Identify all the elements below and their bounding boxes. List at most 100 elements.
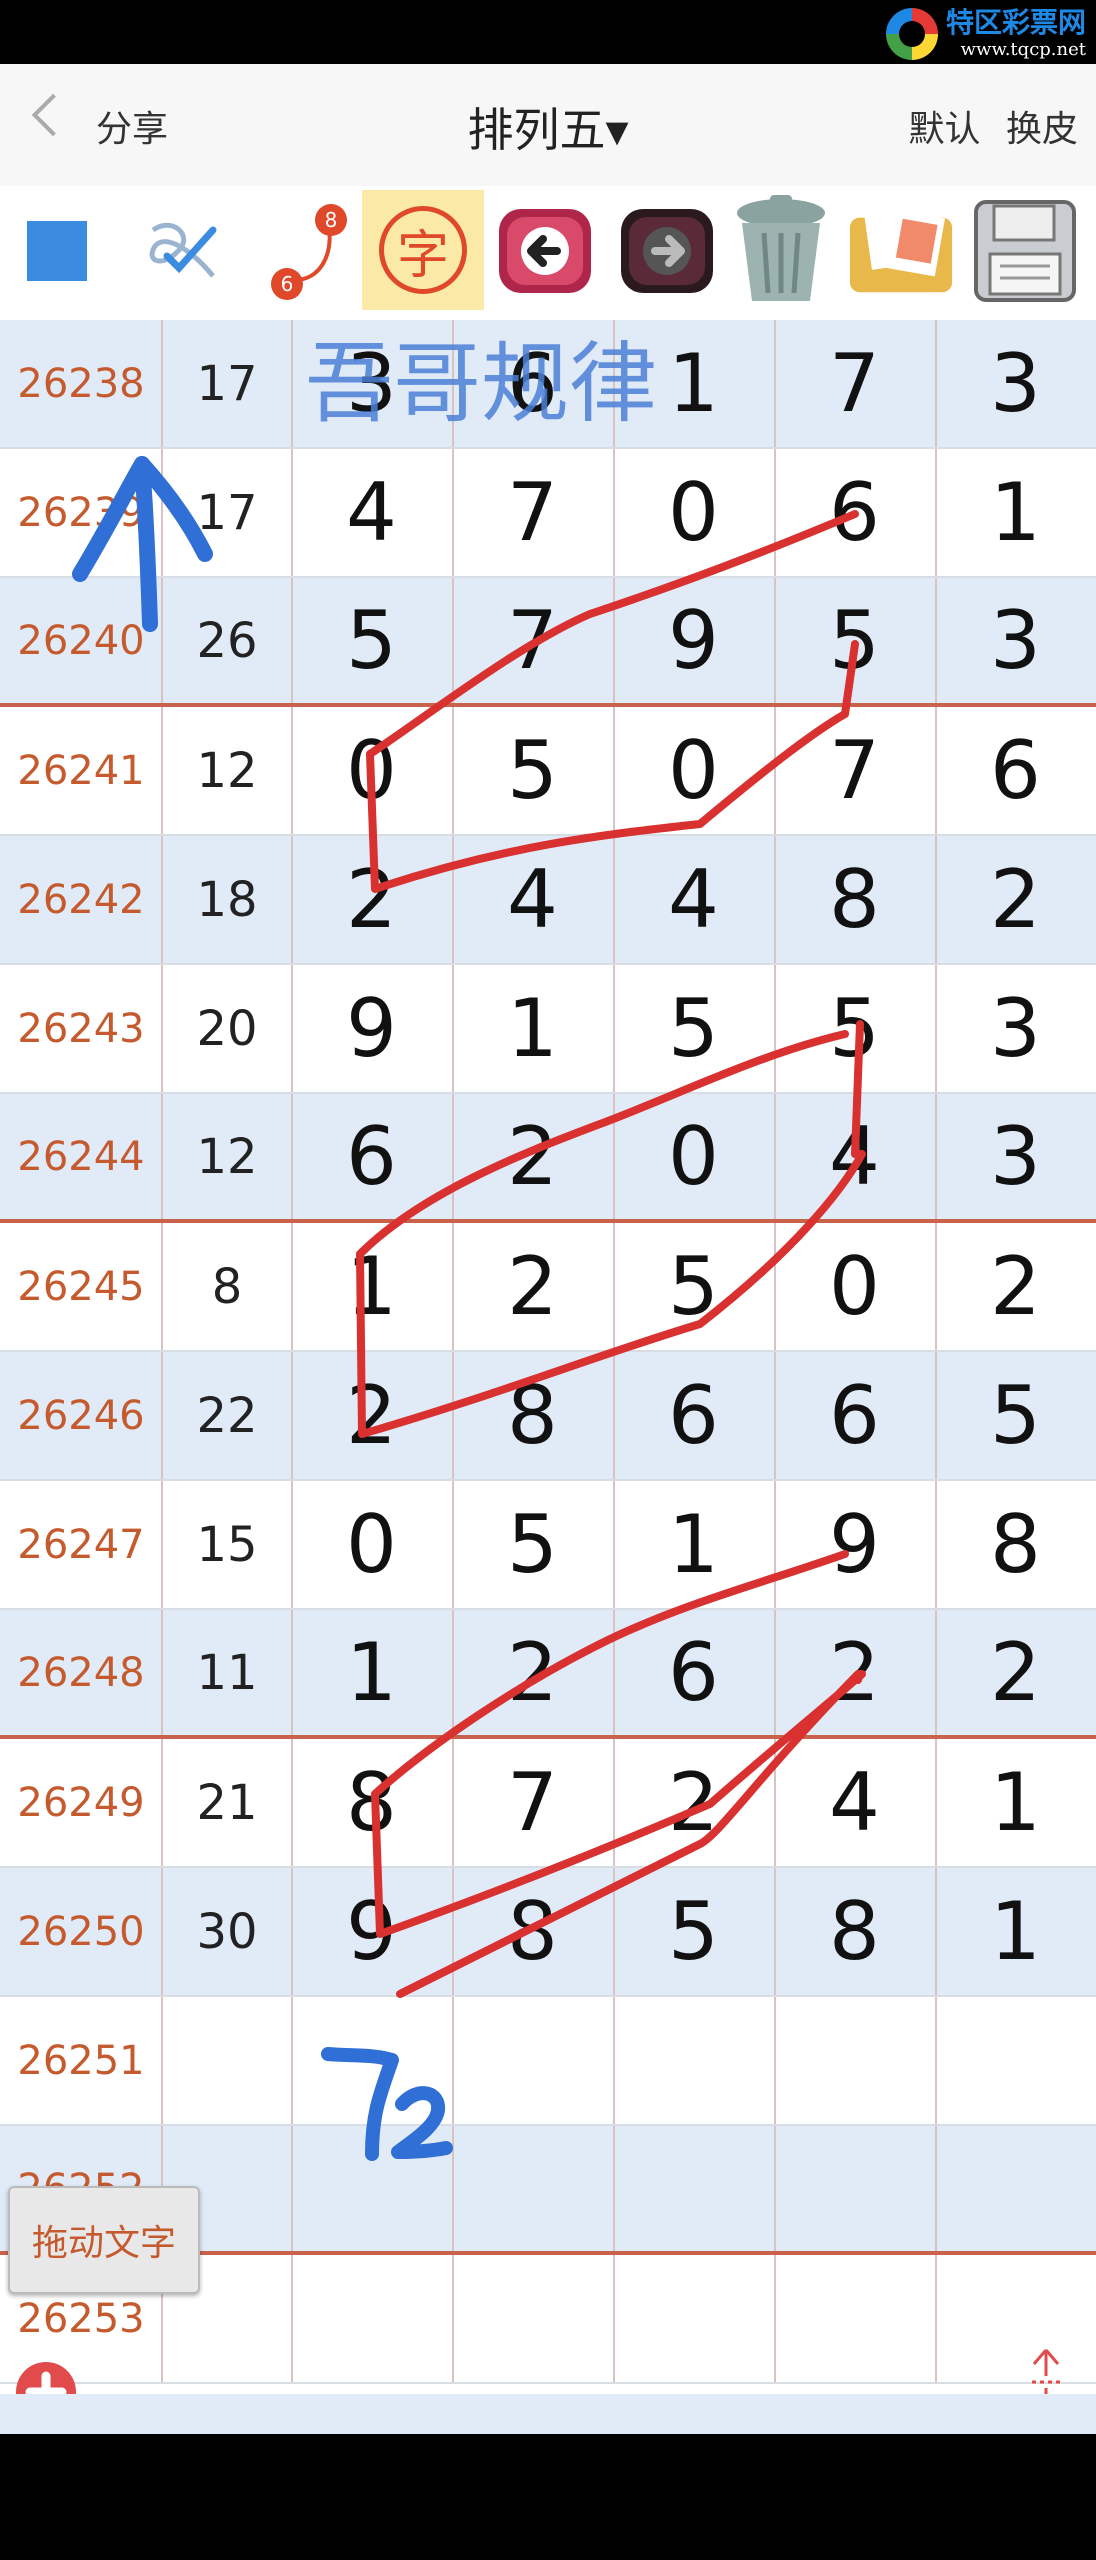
digit-cell[interactable]: 6 xyxy=(613,1610,774,1735)
photos-icon[interactable] xyxy=(846,196,956,306)
digit-cell[interactable] xyxy=(291,1997,452,2124)
digit-cell[interactable] xyxy=(774,1997,935,2124)
table-row[interactable]: 26239 17 4 7 0 6 1 xyxy=(0,449,1096,578)
table-row[interactable]: 26249 21 8 7 2 4 1 xyxy=(0,1739,1096,1868)
digit-cell[interactable]: 9 xyxy=(774,1481,935,1608)
digit-cell[interactable]: 5 xyxy=(935,1352,1096,1479)
digit-cell[interactable]: 0 xyxy=(291,1481,452,1608)
digit-cell[interactable]: 0 xyxy=(613,1094,774,1219)
digit-cell[interactable]: 7 xyxy=(452,1739,613,1866)
digit-cell[interactable]: 1 xyxy=(613,320,774,447)
redo-icon[interactable] xyxy=(612,196,722,306)
digit-cell[interactable] xyxy=(613,2126,774,2251)
digit-cell[interactable]: 1 xyxy=(935,449,1096,576)
digit-cell[interactable]: 5 xyxy=(774,578,935,703)
digit-cell[interactable]: 1 xyxy=(291,1223,452,1350)
digit-cell[interactable]: 2 xyxy=(613,1739,774,1866)
drag-text-button[interactable]: 拖动文字 xyxy=(8,2186,200,2294)
digit-cell[interactable]: 7 xyxy=(774,707,935,834)
digit-cell[interactable]: 0 xyxy=(613,707,774,834)
pen-check-icon[interactable] xyxy=(128,196,238,306)
digit-cell[interactable]: 2 xyxy=(452,1610,613,1735)
digit-cell[interactable]: 8 xyxy=(774,1868,935,1995)
digit-cell[interactable]: 3 xyxy=(935,578,1096,703)
digit-cell[interactable]: 1 xyxy=(935,1739,1096,1866)
digit-cell[interactable]: 5 xyxy=(452,707,613,834)
digit-cell[interactable]: 5 xyxy=(291,578,452,703)
digit-cell[interactable]: 6 xyxy=(774,449,935,576)
digit-cell[interactable]: 4 xyxy=(291,449,452,576)
digit-cell[interactable]: 5 xyxy=(613,1868,774,1995)
digit-cell[interactable] xyxy=(774,2255,935,2382)
digit-cell[interactable]: 5 xyxy=(613,1223,774,1350)
digit-cell[interactable]: 3 xyxy=(935,320,1096,447)
digit-cell[interactable] xyxy=(935,2255,1096,2382)
digit-cell[interactable]: 0 xyxy=(291,707,452,834)
char-icon[interactable]: 字 xyxy=(362,190,484,310)
digit-cell[interactable]: 9 xyxy=(613,578,774,703)
digit-cell[interactable]: 2 xyxy=(935,1223,1096,1350)
digit-cell[interactable] xyxy=(452,1997,613,2124)
digit-cell[interactable]: 6 xyxy=(613,1352,774,1479)
digit-cell[interactable]: 9 xyxy=(291,1868,452,1995)
digit-cell[interactable]: 8 xyxy=(774,836,935,963)
digit-cell[interactable]: 3 xyxy=(935,1094,1096,1219)
digit-cell[interactable]: 2 xyxy=(774,1610,935,1735)
table-row[interactable]: 26250 30 9 8 5 8 1 xyxy=(0,1868,1096,1997)
digit-cell[interactable]: 4 xyxy=(452,836,613,963)
table-row[interactable]: 26238 17 3 6 1 7 3 xyxy=(0,320,1096,449)
digit-cell[interactable]: 8 xyxy=(452,1868,613,1995)
square-tool-icon[interactable] xyxy=(2,196,112,306)
digit-cell[interactable]: 9 xyxy=(291,965,452,1092)
digit-cell[interactable] xyxy=(774,2126,935,2251)
digit-cell[interactable] xyxy=(452,2255,613,2382)
table-row[interactable]: 26241 12 0 5 0 7 6 xyxy=(0,707,1096,836)
digit-cell[interactable]: 4 xyxy=(613,836,774,963)
default-button[interactable]: 默认 xyxy=(909,109,981,150)
digit-cell[interactable]: 2 xyxy=(291,836,452,963)
digit-cell[interactable]: 0 xyxy=(613,449,774,576)
digit-cell[interactable]: 1 xyxy=(452,965,613,1092)
save-icon[interactable] xyxy=(970,196,1080,306)
digit-cell[interactable]: 6 xyxy=(291,1094,452,1219)
digit-cell[interactable]: 1 xyxy=(935,1868,1096,1995)
table-row[interactable]: 26244 12 6 2 0 4 3 xyxy=(0,1094,1096,1223)
digit-cell[interactable]: 2 xyxy=(291,1352,452,1479)
digit-cell[interactable]: 0 xyxy=(774,1223,935,1350)
digit-cell[interactable]: 8 xyxy=(291,1739,452,1866)
table-row[interactable]: 26251 xyxy=(0,1997,1096,2126)
digit-cell[interactable]: 6 xyxy=(935,707,1096,834)
table-row[interactable]: 26247 15 0 5 1 9 8 xyxy=(0,1481,1096,1610)
digit-cell[interactable]: 7 xyxy=(452,578,613,703)
digit-cell[interactable] xyxy=(291,2255,452,2382)
digit-cell[interactable] xyxy=(935,1997,1096,2124)
digit-cell[interactable]: 5 xyxy=(613,965,774,1092)
trash-icon[interactable] xyxy=(726,195,836,306)
digit-cell[interactable]: 4 xyxy=(774,1094,935,1219)
digit-cell[interactable] xyxy=(935,2126,1096,2251)
digit-cell[interactable]: 8 xyxy=(452,1352,613,1479)
digit-cell[interactable]: 6 xyxy=(452,320,613,447)
skin-button[interactable]: 换皮 xyxy=(1006,109,1078,150)
digit-cell[interactable]: 1 xyxy=(613,1481,774,1608)
digit-cell[interactable]: 7 xyxy=(774,320,935,447)
table-row[interactable]: 26240 26 5 7 9 5 3 xyxy=(0,578,1096,707)
digit-cell[interactable]: 5 xyxy=(452,1481,613,1608)
digit-cell[interactable]: 6 xyxy=(774,1352,935,1479)
digit-cell[interactable]: 2 xyxy=(935,1610,1096,1735)
digit-cell[interactable] xyxy=(452,2126,613,2251)
digit-cell[interactable]: 2 xyxy=(452,1094,613,1219)
table-row[interactable]: 26245 8 1 2 5 0 2 xyxy=(0,1223,1096,1352)
digit-cell[interactable]: 5 xyxy=(774,965,935,1092)
digit-cell[interactable]: 8 xyxy=(935,1481,1096,1608)
table-row[interactable]: 26248 11 1 2 6 2 2 xyxy=(0,1610,1096,1739)
digit-cell[interactable]: 3 xyxy=(935,965,1096,1092)
undo-icon[interactable] xyxy=(490,196,600,306)
digit-cell[interactable]: 7 xyxy=(452,449,613,576)
table-row[interactable]: 26246 22 2 8 6 6 5 xyxy=(0,1352,1096,1481)
digit-cell[interactable]: 2 xyxy=(935,836,1096,963)
digit-cell[interactable]: 2 xyxy=(452,1223,613,1350)
digit-cell[interactable]: 1 xyxy=(291,1610,452,1735)
numbered-path-icon[interactable]: 8 6 xyxy=(254,196,364,306)
table-row[interactable]: 26242 18 2 4 4 8 2 xyxy=(0,836,1096,965)
